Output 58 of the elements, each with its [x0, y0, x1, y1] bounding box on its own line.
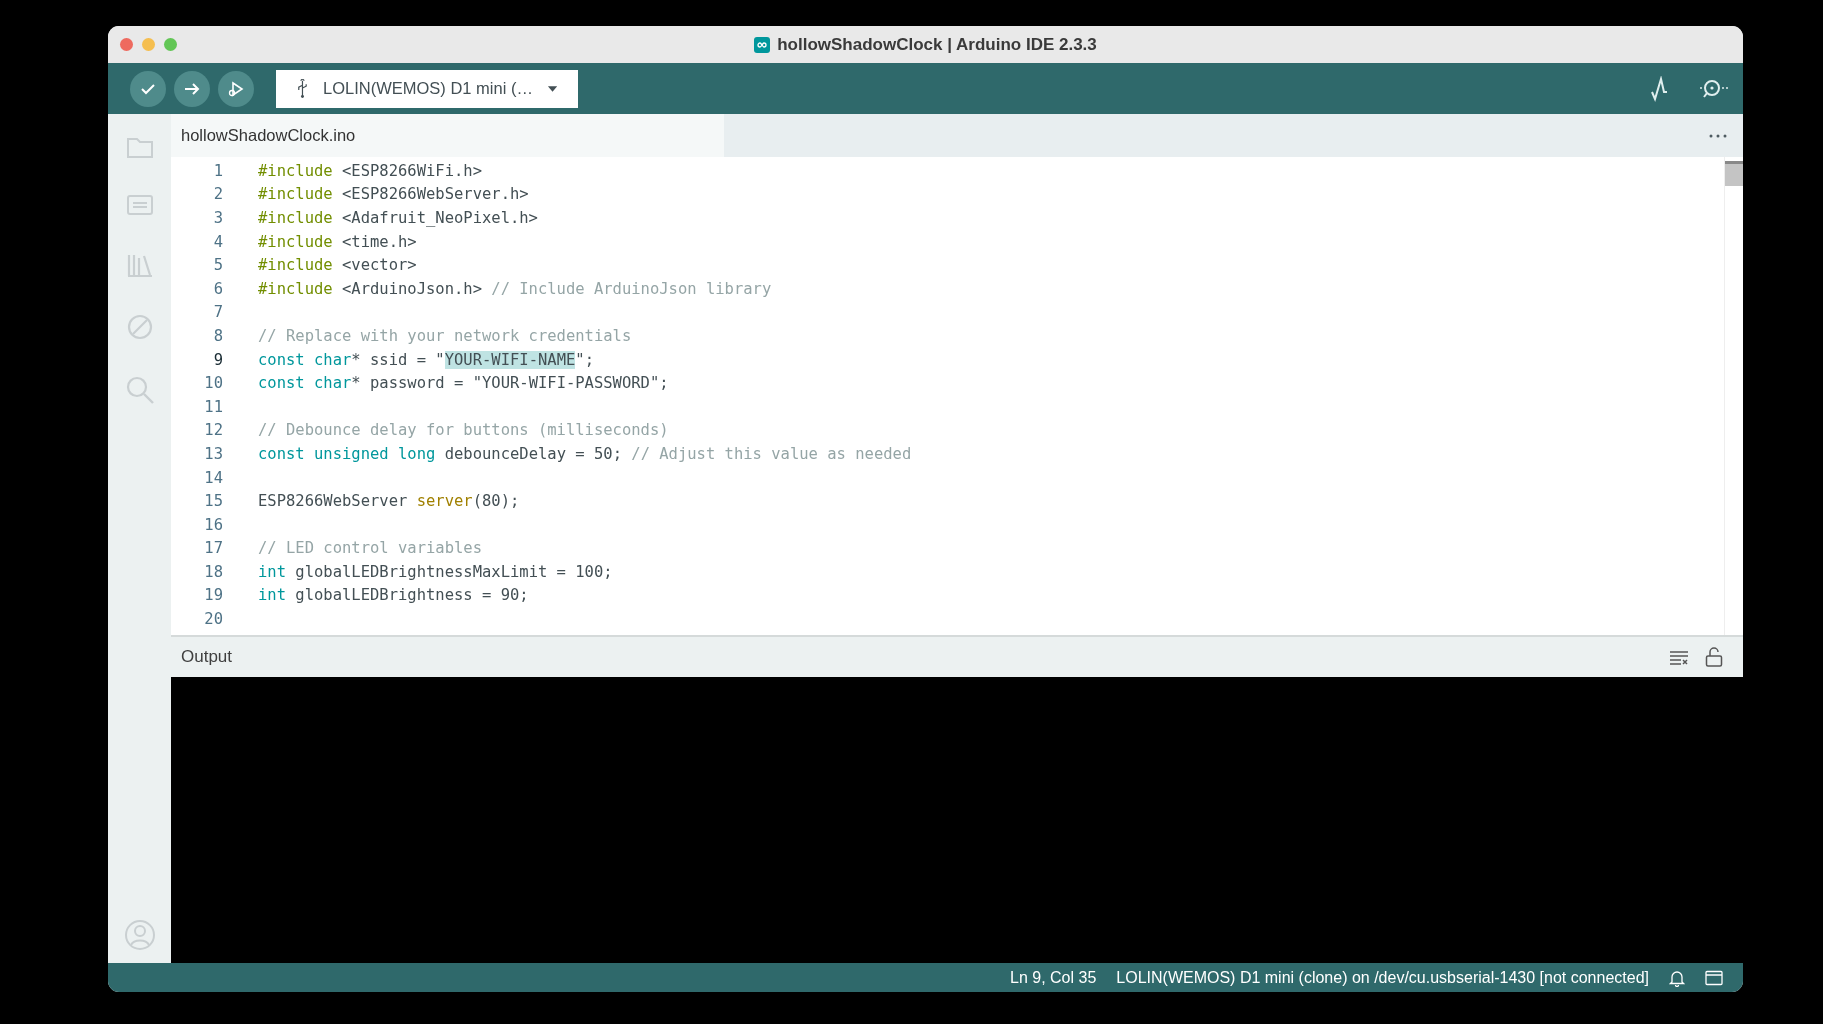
panel-icon[interactable] — [1705, 969, 1723, 986]
scrollbar-thumb[interactable] — [1725, 161, 1743, 186]
code-line: // LED control variables — [258, 539, 482, 558]
minimize-button[interactable] — [142, 38, 155, 51]
line-number: 14 — [203, 468, 223, 487]
verify-button[interactable] — [130, 70, 166, 107]
code-line: int globalLEDBrightnessMaxLimit = 100; — [258, 562, 613, 581]
code-line: // Replace with your network credentials — [258, 326, 632, 345]
line-number: 7 — [212, 303, 223, 322]
bell-icon[interactable] — [1669, 968, 1685, 987]
line-number: 2 — [212, 185, 223, 204]
line-number: 20 — [203, 610, 223, 629]
line-number: 17 — [203, 539, 223, 558]
code-line: #include <vector> — [258, 256, 417, 275]
caret-icon — [546, 84, 558, 93]
code-line: const char* password = "YOUR-WIFI-PASSWORD"; — [258, 374, 669, 393]
file-tab[interactable]: hollowShadowClock.ino — [171, 114, 724, 157]
upload-button[interactable] — [174, 70, 210, 107]
line-number: 18 — [203, 562, 223, 581]
code-line: const unsigned long debounceDelay = 50; // Adjust this value as needed — [258, 444, 912, 463]
board-status: LOLIN(WEMOS) D1 mini (clone) on /dev/cu.usbserial-1430 [not connected] — [1116, 968, 1649, 987]
clear-output-icon[interactable] — [1669, 649, 1689, 665]
window-title: hollowShadowClock | Arduino IDE 2.3.3 — [777, 34, 1097, 55]
code-line: #include <time.h> — [258, 232, 417, 251]
more-icon[interactable] — [1709, 133, 1727, 138]
code-line: int globalLEDBrightness = 90; — [258, 586, 529, 605]
line-number: 12 — [203, 421, 223, 440]
line-number: 5 — [212, 256, 223, 275]
line-number: 1 — [212, 161, 223, 180]
line-number: 11 — [203, 397, 223, 416]
zoom-button[interactable] — [164, 38, 177, 51]
line-number: 13 — [203, 444, 223, 463]
board-dropdown[interactable]: LOLIN(WEMOS) D1 mini (… — [276, 69, 578, 108]
line-number: 3 — [212, 209, 223, 227]
code-line: // Debounce delay for buttons (milliseconds) — [258, 421, 669, 440]
code-line: #include <Adafruit_NeoPixel.h> — [258, 209, 538, 227]
code-line: #include <ESP8266WebServer.h> — [258, 185, 529, 204]
code-line: ESP8266WebServer server(80); — [258, 492, 520, 511]
line-number: 15 — [203, 492, 223, 511]
code-line: #include <ArduinoJson.h> // Include ArduinoJson library — [258, 279, 772, 298]
unlocked-lock-icon[interactable] — [1705, 647, 1723, 667]
line-number: 6 — [212, 279, 223, 298]
board-icon[interactable] — [124, 192, 155, 218]
code-line: #include <ESP8266WiFi.h> — [258, 161, 482, 180]
debug-button[interactable] — [218, 70, 254, 107]
line-number: 19 — [203, 586, 223, 605]
line-number: 8 — [212, 326, 223, 345]
user-icon[interactable] — [123, 919, 156, 951]
line-number: 10 — [203, 374, 223, 393]
infinity-icon — [754, 36, 771, 53]
line-number: 4 — [212, 232, 223, 251]
usb-icon — [296, 78, 309, 99]
line-number: 9 — [212, 350, 223, 369]
close-button[interactable] — [120, 38, 133, 51]
cursor-position: Ln 9, Col 35 — [1010, 968, 1097, 987]
line-number: 16 — [203, 515, 223, 534]
output-title: Output — [181, 647, 233, 667]
code-line: const char* ssid = "YOUR-WIFI-NAME"; — [258, 350, 594, 369]
